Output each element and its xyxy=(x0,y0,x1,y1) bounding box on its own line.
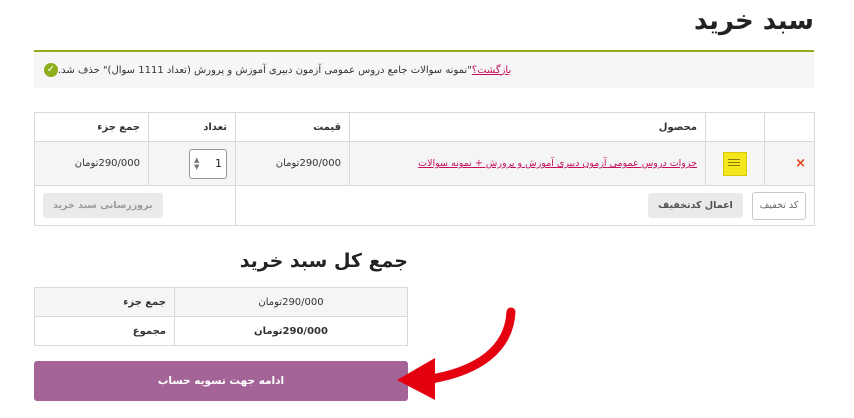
item-thumbnail-cell xyxy=(705,141,765,186)
apply-coupon-button[interactable]: اعمال کدتخفیف xyxy=(648,193,743,218)
quantity-value: 1 xyxy=(215,157,222,170)
header-price: قیمت xyxy=(235,112,350,142)
header-subtotal: جمع جزء xyxy=(34,112,149,142)
subtotal-label: جمع جزء xyxy=(34,287,175,317)
subtotal-row: جمع جزء 290/000تومان xyxy=(34,287,408,317)
product-link[interactable]: جزوات دروس عمومی آزمون دبیری آموزش و پرو… xyxy=(418,158,697,169)
header-thumbnail xyxy=(705,112,765,142)
remove-item-icon[interactable]: × xyxy=(764,141,815,186)
header-remove xyxy=(764,112,815,142)
item-price: 290/000تومان xyxy=(235,141,350,186)
coupon-input[interactable]: کد تخفیف xyxy=(752,191,806,220)
spinner-arrows-icon[interactable]: ▲ ▼ xyxy=(194,156,199,171)
header-quantity: تعداد xyxy=(148,112,236,142)
proceed-to-checkout-button[interactable]: ادامه جهت تسویه حساب xyxy=(34,361,408,401)
cart-actions-row: بروزرسانی سبد خرید اعمال کدتخفیف کد تخفی… xyxy=(34,185,815,226)
table-row: 290/000تومان ▲ ▼ 1 290/000تومان جزوات درو… xyxy=(34,141,815,186)
page-title: سبد خرید xyxy=(694,6,814,36)
quantity-stepper[interactable]: ▲ ▼ 1 xyxy=(189,148,227,179)
cart-table: جمع جزء تعداد قیمت محصول 290/000تومان ▲ ▼… xyxy=(34,112,815,226)
item-product-cell: جزوات دروس عمومی آزمون دبیری آموزش و پرو… xyxy=(349,141,706,186)
notice-message: "نمونه سوالات جامع دروس عمومی آزمون دبیر… xyxy=(58,64,472,76)
red-arrow-annotation-icon xyxy=(397,307,516,400)
cart-totals-table: جمع جزء 290/000تومان مجموع 290/000تومان xyxy=(34,287,408,346)
undo-link[interactable]: بازگشت؟ xyxy=(472,65,511,76)
cart-totals-title: جمع کل سبد خرید xyxy=(239,250,408,272)
check-circle-icon: ✓ xyxy=(44,63,58,77)
coupon-cell: اعمال کدتخفیف کد تخفیف xyxy=(235,185,815,226)
cart-header-row: جمع جزء تعداد قیمت محصول xyxy=(34,112,815,142)
product-thumbnail[interactable] xyxy=(723,151,747,176)
total-label: مجموع xyxy=(34,316,175,346)
total-value: 290/000تومان xyxy=(174,316,408,346)
item-subtotal: 290/000تومان xyxy=(34,141,149,186)
item-quantity-cell: ▲ ▼ 1 xyxy=(148,141,236,186)
removed-item-notice: ✓ "نمونه سوالات جامع دروس عمومی آزمون دب… xyxy=(34,50,814,88)
total-row: مجموع 290/000تومان xyxy=(34,316,408,346)
update-cart-cell: بروزرسانی سبد خرید xyxy=(34,185,236,226)
header-product: محصول xyxy=(349,112,706,142)
update-cart-button[interactable]: بروزرسانی سبد خرید xyxy=(43,193,163,218)
subtotal-value: 290/000تومان xyxy=(174,287,408,317)
